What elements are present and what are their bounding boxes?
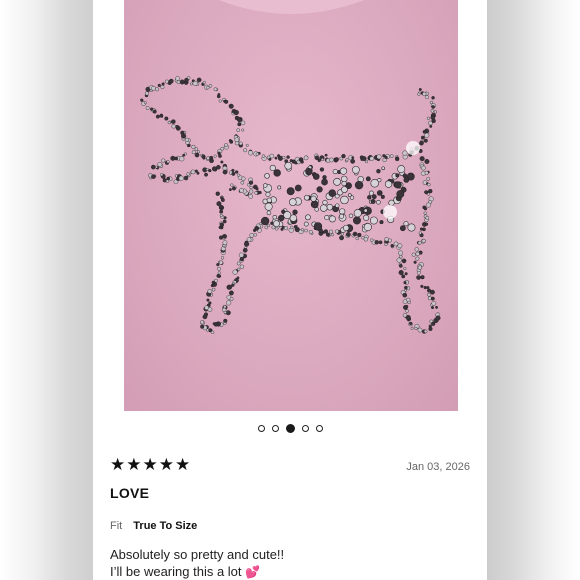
carousel-dot[interactable] xyxy=(301,425,309,432)
review-title: LOVE xyxy=(110,485,150,501)
left-backdrop xyxy=(0,0,93,580)
carousel-indicators xyxy=(93,424,487,433)
fit-value: True To Size xyxy=(133,520,198,532)
carousel-dot[interactable] xyxy=(257,425,265,432)
fit-row: Fit True To Size xyxy=(110,519,197,533)
fit-label: Fit xyxy=(110,520,123,532)
star-rating: ★★★★★ xyxy=(110,455,192,474)
review-photo[interactable] xyxy=(124,0,458,411)
review-body-line: I’ll be wearing this a lot 💕 xyxy=(110,563,284,580)
review-date: Jan 03, 2026 xyxy=(406,461,470,473)
review-body-text: I’ll be wearing this a lot xyxy=(110,564,242,579)
rhinestone-dog-graphic xyxy=(140,0,441,334)
carousel-dot[interactable] xyxy=(315,425,323,432)
review-card: ★★★★★ Jan 03, 2026 LOVE Fit True To Size… xyxy=(93,0,487,580)
review-body-line: Absolutely so pretty and cute!! xyxy=(110,547,285,562)
review-body: Absolutely so pretty and cute!! I’ll be … xyxy=(110,546,284,580)
carousel-dot[interactable] xyxy=(285,424,295,433)
carousel-dot[interactable] xyxy=(271,425,279,432)
hearts-emoji-icon: 💕 xyxy=(245,565,261,579)
right-backdrop xyxy=(487,0,580,580)
